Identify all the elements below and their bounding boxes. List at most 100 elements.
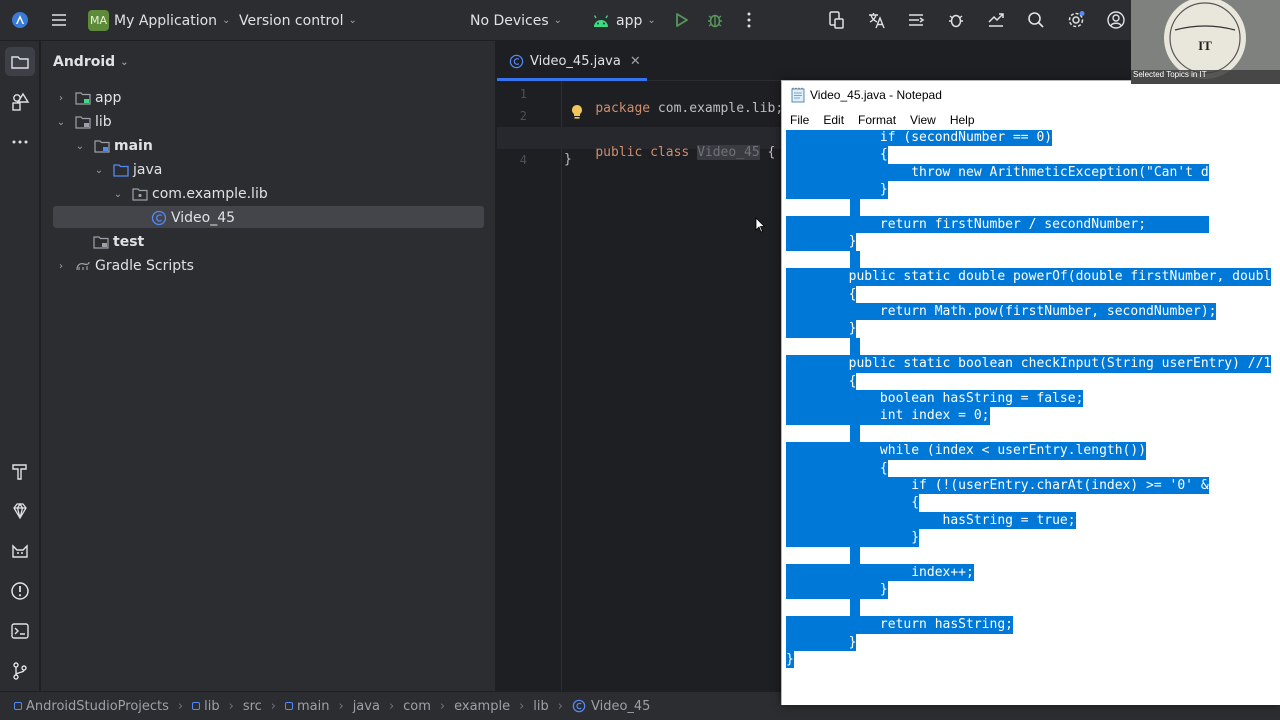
build-hammer-icon[interactable] <box>10 461 30 481</box>
breadcrumb-item[interactable]: AndroidStudioProjects <box>26 699 169 714</box>
menu-help[interactable]: Help <box>950 113 975 127</box>
breadcrumb-item[interactable]: lib <box>533 699 548 714</box>
editor-tab-video45[interactable]: Video_45.java ✕ <box>497 41 647 81</box>
tree-item-main[interactable]: ⌄ main <box>74 135 153 157</box>
main-toolbar: MA My Application ⌄ Version control ⌄ No… <box>0 0 1280 41</box>
terminal-icon[interactable] <box>10 621 30 641</box>
tree-item-lib[interactable]: ⌄ lib <box>55 111 112 133</box>
breadcrumb-item[interactable]: com <box>403 699 431 714</box>
logcat-cat-icon[interactable] <box>10 541 30 561</box>
notepad-code-line: boolean hasString = false; <box>786 390 1084 408</box>
chevron-right-icon: › <box>177 698 184 714</box>
notepad-window[interactable]: Video_45.java - Notepad File Edit Format… <box>781 80 1280 705</box>
run-icon[interactable] <box>671 10 691 30</box>
code-class-name: Video_45 <box>697 145 760 160</box>
menu-view[interactable]: View <box>910 113 936 127</box>
breadcrumb-item[interactable]: Video_45 <box>591 699 650 714</box>
notepad-blank-line <box>850 337 860 356</box>
notepad-code-line: { <box>786 494 920 512</box>
device-mirroring-icon[interactable] <box>986 10 1006 30</box>
line-number: 1 <box>519 87 527 101</box>
logcat-icon[interactable] <box>906 10 926 30</box>
chevron-down-icon[interactable]: ⌄ <box>112 189 124 200</box>
settings-gear-icon[interactable] <box>1066 10 1086 30</box>
notepad-blank-line <box>850 198 860 216</box>
notepad-code-line: } <box>786 633 857 651</box>
tree-item-package[interactable]: ⌄ com.example.lib <box>112 183 268 205</box>
notepad-code-line: } <box>786 181 888 199</box>
breadcrumb-item[interactable]: java <box>353 699 380 714</box>
notepad-code-line: { <box>786 459 888 477</box>
tree-label: main <box>114 138 153 154</box>
notepad-code-line: return hasString; <box>786 616 1013 634</box>
tree-item-video45[interactable]: Video_45 <box>151 207 235 229</box>
breadcrumb-item[interactable]: lib <box>204 699 219 714</box>
resource-manager-icon[interactable] <box>10 92 30 112</box>
gemini-diamond-icon[interactable] <box>10 501 30 521</box>
device-label: No Devices <box>470 12 549 29</box>
test-folder-icon <box>93 236 109 249</box>
java-folder-icon <box>113 164 129 177</box>
notepad-text-area[interactable]: if (secondNumber == 0) { throw new Arith… <box>786 130 1280 690</box>
chevron-down-icon: ⌄ <box>222 15 231 26</box>
translate-icon[interactable] <box>866 10 886 30</box>
code-keyword: class <box>650 145 690 160</box>
notepad-code-line: return Math.pow(firstNumber, secondNumbe… <box>786 303 1217 321</box>
notepad-blank-line <box>850 250 860 269</box>
device-selector[interactable]: No Devices ⌄ <box>470 0 562 41</box>
search-icon[interactable] <box>1026 10 1046 30</box>
editor-tab-label: Video_45.java <box>530 53 621 69</box>
version-control-branch-icon[interactable] <box>10 661 30 681</box>
chevron-right-icon[interactable]: › <box>55 261 67 272</box>
notepad-code-line: index++; <box>786 564 974 582</box>
tree-item-gradle-scripts[interactable]: › Gradle Scripts <box>55 255 194 277</box>
notepad-app-icon <box>791 87 805 103</box>
project-view-selector[interactable]: Android ⌄ <box>53 53 129 71</box>
device-manager-icon[interactable] <box>826 10 846 30</box>
code-line-4: } <box>564 152 572 167</box>
code-line-3: public class Video_45 { no <box>564 130 805 175</box>
breadcrumb-item[interactable]: example <box>454 699 510 714</box>
version-control-menu[interactable]: Version control ⌄ <box>239 0 357 41</box>
notepad-code-line: throw new ArithmeticException("Can't d <box>786 163 1209 182</box>
chevron-down-icon[interactable]: ⌄ <box>93 165 105 176</box>
tree-item-app[interactable]: › app <box>55 87 121 109</box>
gradle-sync-icon[interactable] <box>946 10 966 30</box>
lightbulb-icon[interactable] <box>570 104 584 120</box>
chevron-right-icon: › <box>338 698 344 714</box>
close-tab-icon[interactable]: ✕ <box>630 54 641 69</box>
source-set-icon <box>285 702 293 710</box>
run-config-label: app <box>616 12 643 29</box>
menu-edit[interactable]: Edit <box>823 113 844 127</box>
android-icon <box>592 14 610 28</box>
tree-item-test[interactable]: test <box>93 231 144 253</box>
tree-item-java[interactable]: ⌄ java <box>93 159 163 181</box>
chevron-down-icon[interactable]: ⌄ <box>74 141 86 152</box>
run-config-selector[interactable]: app ⌄ <box>592 0 656 41</box>
breadcrumb-item[interactable]: src <box>243 699 262 714</box>
menu-file[interactable]: File <box>790 113 809 127</box>
source-folder-icon <box>94 140 110 153</box>
more-actions-icon[interactable] <box>739 10 759 30</box>
main-menu-icon[interactable] <box>49 10 69 30</box>
chevron-down-icon[interactable]: ⌄ <box>55 117 67 128</box>
android-studio-logo-icon[interactable] <box>10 10 30 30</box>
menu-format[interactable]: Format <box>858 113 896 127</box>
breadcrumb-item[interactable]: main <box>297 699 329 714</box>
notepad-code-line: } <box>786 651 794 669</box>
account-icon[interactable] <box>1106 10 1126 30</box>
project-selector[interactable]: MA My Application ⌄ <box>88 0 230 41</box>
chevron-right-icon[interactable]: › <box>55 93 67 104</box>
tree-label: Video_45 <box>171 210 236 226</box>
debug-icon[interactable] <box>705 10 725 30</box>
project-name: My Application <box>114 12 218 29</box>
package-folder-icon <box>132 188 148 201</box>
gutter-divider <box>561 81 562 691</box>
notepad-code-line: public static double powerOf(double firs… <box>786 268 1272 286</box>
notepad-code-line: hasString = true; <box>786 511 1076 530</box>
mouse-cursor-icon <box>755 217 765 233</box>
project-folder-icon[interactable] <box>10 52 30 72</box>
problems-icon[interactable] <box>10 581 30 601</box>
more-tools-icon[interactable] <box>10 132 30 152</box>
notepad-title-bar[interactable]: Video_45.java - Notepad <box>782 81 1280 109</box>
